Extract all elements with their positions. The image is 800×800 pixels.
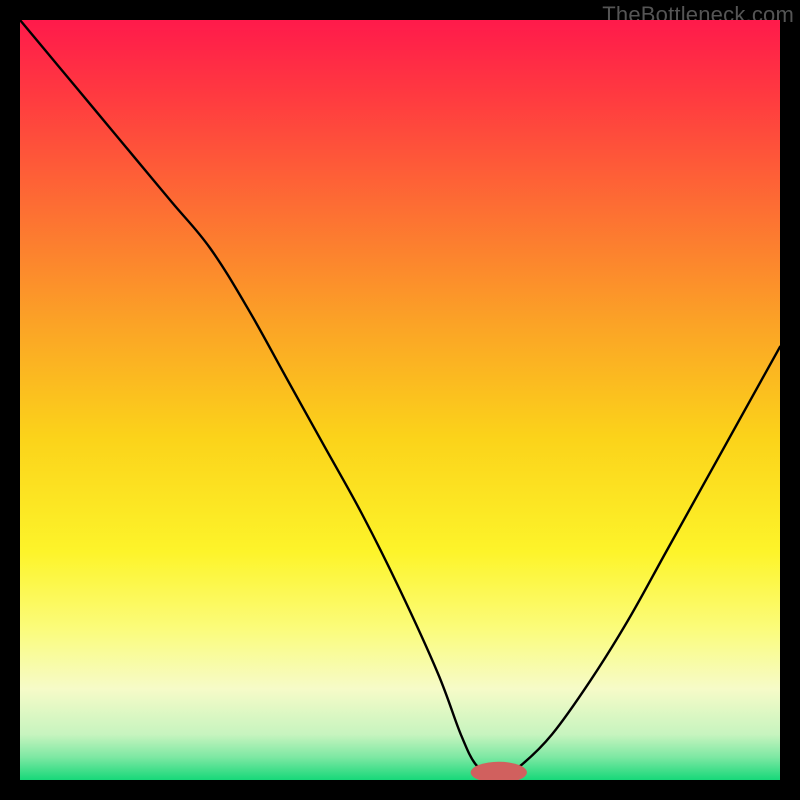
plot-background xyxy=(20,20,780,780)
chart-frame: TheBottleneck.com xyxy=(0,0,800,800)
bottleneck-chart xyxy=(20,20,780,780)
